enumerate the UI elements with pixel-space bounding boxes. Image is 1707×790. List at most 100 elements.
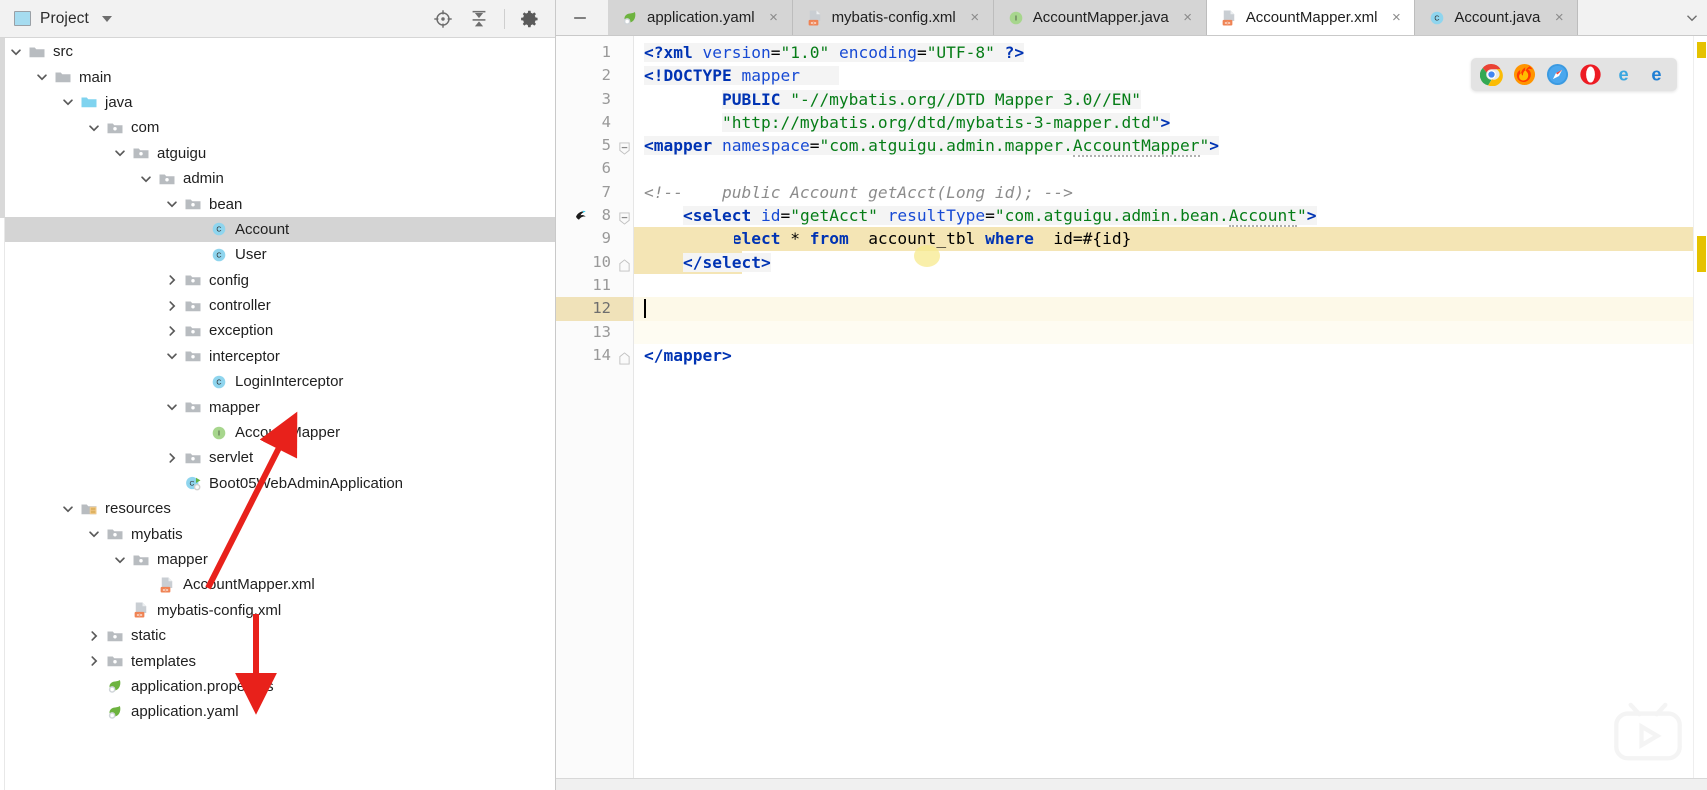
chevron-down-icon[interactable] (101, 15, 112, 22)
tree-item-interceptor[interactable]: interceptor (0, 344, 555, 369)
gutter-line-14[interactable]: 14 (556, 344, 633, 367)
gutter-line-6[interactable]: 6 (556, 157, 633, 180)
edge-icon[interactable]: e (1645, 63, 1668, 86)
fold-region-start-icon[interactable] (618, 139, 631, 155)
editor-tab-accountmapper-xml[interactable]: <> AccountMapper.xml × (1206, 0, 1416, 35)
code-line-3[interactable]: PUBLIC "-//mybatis.org//DTD Mapper 3.0//… (634, 88, 1707, 111)
tab-list-chevron-icon[interactable] (1683, 9, 1701, 27)
chevron-right-icon[interactable] (164, 323, 180, 339)
gutter-line-5[interactable]: 5 (556, 134, 633, 157)
minimize-window-icon[interactable] (570, 8, 590, 28)
collapse-all-icon[interactable] (468, 8, 490, 30)
fold-region-start-icon[interactable] (618, 209, 631, 225)
tree-item-main[interactable]: main (0, 64, 555, 89)
close-tab-icon[interactable]: × (1389, 9, 1403, 26)
tree-item-account[interactable]: C Account (0, 216, 555, 243)
tree-item-com[interactable]: com (0, 115, 555, 140)
internet-explorer-icon[interactable]: e (1612, 63, 1635, 86)
gutter-line-12[interactable]: 12 (556, 297, 633, 321)
tree-item-atguigu[interactable]: atguigu (0, 141, 555, 166)
tree-item-accountmapper-xml[interactable]: <> AccountMapper.xml (0, 572, 555, 597)
project-panel-title-group[interactable]: Project (14, 10, 112, 28)
close-tab-icon[interactable]: × (1181, 9, 1195, 26)
editor-tab-mybatis-config-xml[interactable]: <> mybatis-config.xml × (792, 0, 994, 35)
tree-item-mybatis-config-xml[interactable]: <> mybatis-config.xml (0, 598, 555, 623)
gutter-line-10[interactable]: 10 (556, 251, 633, 274)
settings-gear-icon[interactable] (519, 8, 541, 30)
safari-icon[interactable] (1546, 63, 1569, 86)
chevron-right-icon[interactable] (164, 272, 180, 288)
tree-item-servlet[interactable]: servlet (0, 445, 555, 470)
code-line-11[interactable] (634, 274, 1707, 297)
gutter-line-8[interactable]: 8 (556, 204, 633, 227)
code-line-9[interactable]: select * from account_tbl where id=#{id} (634, 227, 1707, 250)
close-tab-icon[interactable]: × (1552, 9, 1566, 26)
gutter-line-9[interactable]: 9 (556, 227, 633, 250)
project-tree[interactable]: src main java com atguigu admin bean C Account C U… (0, 38, 555, 790)
select-opened-file-icon[interactable] (432, 8, 454, 30)
fold-region-end-icon[interactable] (618, 256, 631, 272)
chevron-right-icon[interactable] (86, 653, 102, 669)
chevron-down-icon[interactable] (60, 501, 76, 517)
tree-item-src[interactable]: src (0, 39, 555, 64)
tree-item-logininterceptor[interactable]: C LoginInterceptor (0, 369, 555, 394)
code-line-8[interactable]: <select id="getAcct" resultType="com.atg… (634, 204, 1707, 228)
opera-icon[interactable] (1579, 63, 1602, 86)
chevron-down-icon[interactable] (164, 196, 180, 212)
tree-item-boot05webadminapplication[interactable]: C Boot05WebAdminApplication (0, 471, 555, 496)
tree-item-mapper[interactable]: mapper (0, 547, 555, 572)
chevron-right-icon[interactable] (164, 450, 180, 466)
chevron-down-icon[interactable] (86, 120, 102, 136)
editor-tab-application-yaml[interactable]: application.yaml × (608, 0, 793, 35)
chrome-icon[interactable] (1480, 63, 1503, 86)
tree-item-templates[interactable]: templates (0, 648, 555, 673)
gutter-line-7[interactable]: 7 (556, 181, 633, 204)
editor-code-area[interactable]: <?xml version="1.0" encoding="UTF-8" ?> <… (634, 36, 1707, 790)
tree-item-admin[interactable]: admin (0, 166, 555, 191)
code-line-6[interactable] (634, 157, 1707, 180)
chevron-down-icon[interactable] (164, 348, 180, 364)
tree-item-bean[interactable]: bean (0, 191, 555, 216)
code-line-5[interactable]: <mapper namespace="com.atguigu.admin.map… (634, 134, 1707, 158)
chevron-right-icon[interactable] (164, 298, 180, 314)
tree-item-application-properties[interactable]: application.properties (0, 674, 555, 699)
gutter-line-11[interactable]: 11 (556, 274, 633, 297)
gutter-line-2[interactable]: 2 (556, 64, 633, 87)
chevron-down-icon[interactable] (112, 552, 128, 568)
tree-item-controller[interactable]: controller (0, 293, 555, 318)
mybatis-navigate-icon[interactable] (573, 207, 593, 225)
code-line-14[interactable]: </mapper> (634, 344, 1707, 367)
tree-item-config[interactable]: config (0, 268, 555, 293)
tree-item-user[interactable]: C User (0, 242, 555, 267)
tree-item-exception[interactable]: exception (0, 318, 555, 343)
gutter-line-13[interactable]: 13 (556, 321, 633, 344)
close-tab-icon[interactable]: × (767, 9, 781, 26)
tree-item-mybatis[interactable]: mybatis (0, 521, 555, 546)
code-line-7[interactable]: <!-- public Account getAcct(Long id); --… (634, 181, 1707, 204)
chevron-down-icon[interactable] (164, 399, 180, 415)
gutter-line-4[interactable]: 4 (556, 111, 633, 134)
chevron-down-icon[interactable] (60, 94, 76, 110)
chevron-right-icon[interactable] (86, 628, 102, 644)
tree-item-mapper[interactable]: mapper (0, 394, 555, 419)
code-line-13[interactable] (634, 321, 1707, 344)
chevron-down-icon[interactable] (112, 145, 128, 161)
chevron-down-icon[interactable] (138, 171, 154, 187)
code-line-4[interactable]: "http://mybatis.org/dtd/mybatis-3-mapper… (634, 111, 1707, 134)
editor-tab-accountmapper-java[interactable]: I AccountMapper.java × (993, 0, 1207, 35)
chevron-down-icon[interactable] (86, 526, 102, 542)
chevron-down-icon[interactable] (8, 44, 24, 60)
tree-item-application-yaml[interactable]: application.yaml (0, 699, 555, 724)
tree-item-static[interactable]: static (0, 623, 555, 648)
project-panel-stripe-thumb[interactable] (0, 38, 5, 218)
editor-marker-bar[interactable] (1693, 36, 1707, 790)
gutter-line-1[interactable]: 1 (556, 41, 633, 64)
tree-item-accountmapper[interactable]: I AccountMapper (0, 420, 555, 445)
editor-tab-account-java[interactable]: C Account.java × (1415, 0, 1579, 35)
editor-gutter[interactable]: 1 2 3 4 5 6 7 8 9 10 11 12 13 14 (556, 36, 634, 790)
code-line-10[interactable]: </select> (634, 251, 1707, 274)
tree-item-resources[interactable]: resources (0, 496, 555, 521)
close-tab-icon[interactable]: × (968, 9, 982, 26)
fold-region-end-icon[interactable] (618, 349, 631, 365)
chevron-down-icon[interactable] (34, 69, 50, 85)
